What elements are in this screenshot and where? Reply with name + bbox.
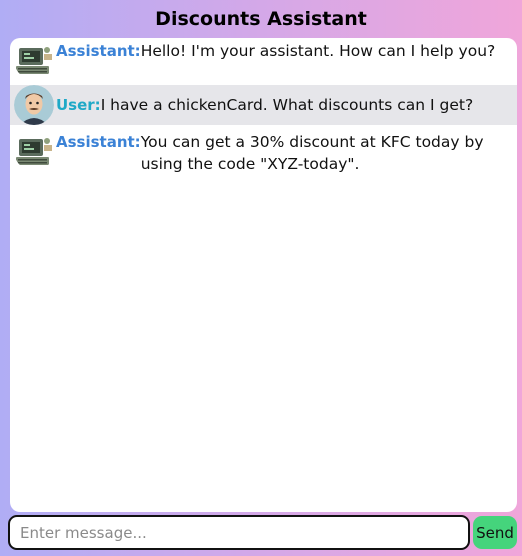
user-avatar-icon <box>14 85 54 125</box>
robot-avatar-icon <box>14 131 54 171</box>
chat-message-user: User: I have a chickenCard. What discoun… <box>10 85 517 125</box>
message-sender: Assistant: <box>56 42 141 60</box>
message-text: Hello! I'm your assistant. How can I hel… <box>140 42 496 60</box>
message-text: I have a chickenCard. What discounts can… <box>100 96 474 114</box>
send-button[interactable]: Send <box>473 516 517 549</box>
message-input[interactable] <box>8 515 470 550</box>
chat-history[interactable]: Assistant: Hello! I'm your assistant. Ho… <box>10 38 517 512</box>
message-composer: Send <box>8 515 518 551</box>
message-sender: User: <box>56 96 101 114</box>
message-sender: Assistant: <box>56 133 141 151</box>
message-text: You can get a 30% discount at KFC today … <box>140 133 484 173</box>
page-title: Discounts Assistant <box>155 8 367 30</box>
chat-message-assistant: Assistant: Hello! I'm your assistant. Ho… <box>10 40 517 80</box>
chat-message-assistant: Assistant: You can get a 30% discount at… <box>10 131 517 175</box>
robot-avatar-icon <box>14 40 54 80</box>
